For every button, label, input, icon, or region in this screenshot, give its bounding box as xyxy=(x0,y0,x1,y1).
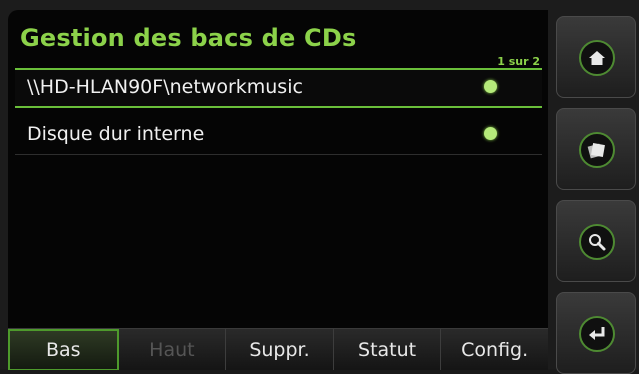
search-button[interactable] xyxy=(556,200,636,282)
page-title: Gestion des bacs de CDs xyxy=(20,24,357,52)
page-indicator: 1 sur 2 xyxy=(497,55,540,68)
home-icon xyxy=(589,51,605,65)
right-sidebar xyxy=(553,10,639,374)
device-frame: Gestion des bacs de CDs 1 sur 2 \\HD-HLA… xyxy=(0,0,639,374)
config-button[interactable]: Config. xyxy=(441,329,548,370)
cd-library-icon xyxy=(587,143,605,159)
list-item[interactable]: Disque dur interne xyxy=(15,114,542,155)
main-screen: Gestion des bacs de CDs 1 sur 2 \\HD-HLA… xyxy=(8,10,548,370)
home-button[interactable] xyxy=(556,16,636,98)
delete-button[interactable]: Suppr. xyxy=(226,329,334,370)
down-button[interactable]: Bas xyxy=(8,329,119,370)
status-button[interactable]: Statut xyxy=(334,329,442,370)
cd-library-button[interactable] xyxy=(556,108,636,190)
status-dot-icon xyxy=(484,127,497,140)
search-icon xyxy=(589,234,606,251)
list-item-label: \\HD-HLAN90F\networkmusic xyxy=(27,76,303,98)
status-dot-icon xyxy=(484,80,497,93)
list-item-label: Disque dur interne xyxy=(27,123,205,145)
enter-return-icon xyxy=(589,327,605,340)
up-button[interactable]: Haut xyxy=(119,329,227,370)
enter-button[interactable] xyxy=(556,292,636,374)
list-item[interactable]: \\HD-HLAN90F\networkmusic xyxy=(15,68,542,108)
bottom-toolbar: Bas Haut Suppr. Statut Config. xyxy=(8,328,548,370)
cd-tray-list: \\HD-HLAN90F\networkmusic Disque dur int… xyxy=(15,68,542,161)
